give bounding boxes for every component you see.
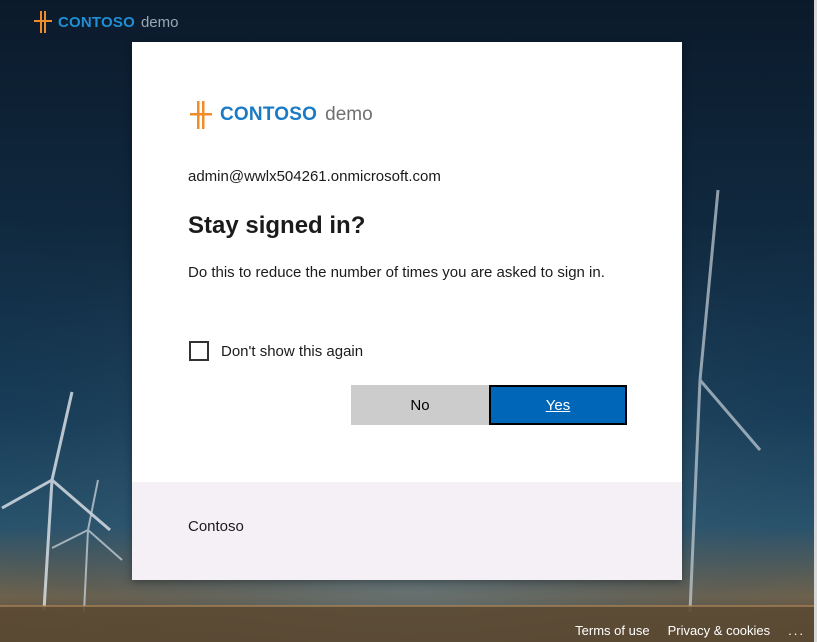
dialog-description: Do this to reduce the number of times yo… bbox=[188, 264, 605, 281]
sign-in-dialog: CONTOSO demo admin@wwlx504261.onmicrosof… bbox=[132, 42, 682, 580]
checkbox-icon[interactable] bbox=[189, 341, 209, 361]
ellipsis-icon[interactable]: ... bbox=[788, 623, 805, 638]
account-email: admin@wwlx504261.onmicrosoft.com bbox=[188, 168, 441, 185]
contoso-logo-icon bbox=[190, 101, 212, 129]
dialog-logo-suffix: demo bbox=[325, 104, 373, 125]
dont-show-again-label: Don't show this again bbox=[221, 342, 364, 360]
dialog-title: Stay signed in? bbox=[188, 212, 366, 239]
no-button[interactable]: No bbox=[351, 385, 489, 425]
dialog-logo-brand: CONTOSO bbox=[220, 104, 318, 125]
header-logo: CONTOSO demo bbox=[34, 11, 179, 33]
header-logo-brand: CONTOSO bbox=[58, 13, 135, 31]
yes-button[interactable]: Yes bbox=[489, 385, 627, 425]
page-footer-links: Terms of use Privacy & cookies ... bbox=[575, 618, 805, 642]
contoso-logo-icon bbox=[34, 11, 52, 33]
dont-show-again-option[interactable]: Don't show this again bbox=[189, 341, 363, 361]
dialog-footer: Contoso bbox=[132, 482, 682, 580]
terms-of-use-link[interactable]: Terms of use bbox=[575, 623, 649, 638]
header-logo-suffix: demo bbox=[140, 13, 179, 31]
privacy-cookies-link[interactable]: Privacy & cookies bbox=[668, 623, 771, 638]
dialog-logo: CONTOSO demo bbox=[190, 100, 373, 130]
organization-name: Contoso bbox=[188, 518, 244, 535]
